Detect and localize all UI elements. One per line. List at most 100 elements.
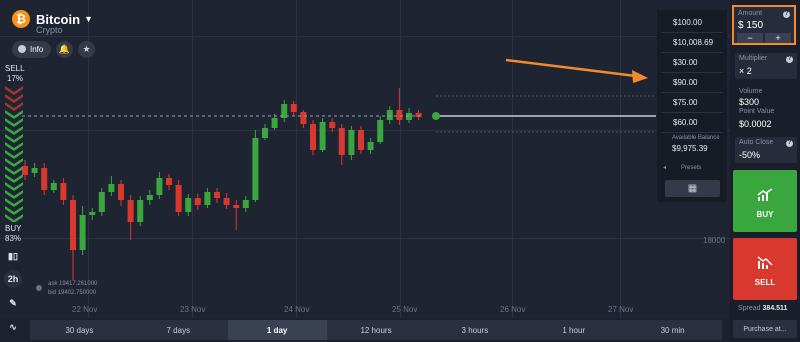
buy-button[interactable]: BUY: [733, 170, 797, 232]
preset-amount[interactable]: $100.00: [673, 18, 702, 27]
ask-price: ask 19417.261000: [48, 281, 98, 287]
candle-body: [50, 183, 57, 190]
candle-body: [252, 138, 259, 200]
bell-icon[interactable]: 🔔: [56, 41, 73, 58]
presets-toggle[interactable]: ◂ Presets: [663, 164, 701, 171]
star-icon[interactable]: ★: [78, 41, 95, 58]
multiplier-field[interactable]: Multiplier ? × 2: [735, 53, 797, 79]
help-icon[interactable]: ?: [783, 11, 790, 18]
chart-area[interactable]: 18000 22 Nov 23 Nov 24 Nov 25 Nov 26 Nov…: [0, 0, 730, 318]
candle-body: [233, 205, 240, 208]
timeframe-option[interactable]: 12 hours: [327, 320, 426, 340]
preset-amount[interactable]: $90.00: [673, 78, 697, 87]
candle-body: [31, 168, 38, 173]
candle-body: [41, 168, 48, 190]
trend-up-icon: [757, 188, 773, 201]
buy-label: BUY: [756, 210, 774, 219]
candle-body: [108, 184, 115, 192]
candle-body: [348, 130, 355, 155]
candle-body: [377, 120, 384, 142]
candle-body: [98, 192, 105, 212]
buy-sentiment-label: BUY: [5, 224, 22, 233]
amount-label: Amount: [738, 10, 763, 17]
preset-amount[interactable]: $60.00: [673, 118, 697, 127]
help-icon[interactable]: [36, 285, 42, 291]
sell-sentiment-pct: 17%: [7, 74, 24, 83]
sentiment-chevron: [5, 190, 23, 199]
candle-body: [185, 198, 192, 212]
candle-body: [166, 178, 172, 185]
sentiment-chevron: [5, 94, 23, 103]
sentiment-chevron: [5, 182, 23, 191]
decrease-button[interactable]: −: [737, 33, 763, 43]
draw-icon[interactable]: ✎: [4, 294, 22, 312]
help-icon[interactable]: ?: [786, 56, 793, 63]
sentiment-bar: [5, 86, 23, 222]
candle-body: [310, 124, 316, 150]
timeframe-button[interactable]: 2h: [4, 270, 22, 288]
candle-body: [194, 198, 201, 205]
x-axis-label: 25 Nov: [392, 305, 418, 314]
candle-body: [79, 215, 86, 250]
sentiment-chevron: [5, 126, 23, 135]
price-axis-label: 18000: [703, 236, 726, 245]
indicators-icon[interactable]: ∿: [4, 318, 22, 336]
purchase-at-button[interactable]: Purchase at...: [733, 320, 797, 338]
timeframe-option[interactable]: 1 hour: [524, 320, 623, 340]
timeframe-option[interactable]: 3 hours: [425, 320, 524, 340]
increase-button[interactable]: +: [765, 33, 791, 43]
presets-label: Presets: [681, 165, 702, 171]
candle-body: [242, 200, 249, 208]
chart-type-icon[interactable]: ▮▯: [4, 247, 22, 265]
point-value-label: Point Value: [739, 108, 775, 115]
sentiment-chevron: [5, 198, 23, 207]
trend-down-icon: [757, 256, 773, 269]
spread-label: Spread: [738, 305, 761, 312]
info-button[interactable]: Info: [12, 41, 52, 58]
amount-stepper: − +: [736, 33, 792, 43]
timeframe-option[interactable]: 30 days: [30, 320, 129, 340]
timeframe-option[interactable]: 7 days: [129, 320, 228, 340]
help-icon[interactable]: ?: [786, 140, 793, 147]
candle-body: [367, 142, 374, 150]
multiplier-value: × 2: [739, 66, 752, 76]
x-axis-label: 23 Nov: [180, 305, 206, 314]
divider: [661, 132, 723, 133]
sell-button[interactable]: SELL: [733, 238, 797, 300]
sentiment-chevron: [5, 206, 23, 215]
auto-close-field[interactable]: Auto Close ? -50%: [735, 137, 797, 163]
divider: [661, 112, 723, 113]
candle-body: [175, 185, 182, 212]
candle-body: [338, 128, 345, 155]
auto-close-label: Auto Close: [739, 139, 774, 146]
sentiment-chevron: [5, 110, 23, 119]
timeframe-option[interactable]: 30 min: [623, 320, 722, 340]
sell-label: SELL: [754, 278, 776, 287]
candle-body: [70, 200, 76, 250]
calculator-icon[interactable]: ▦: [665, 180, 720, 197]
x-axis-label: 22 Nov: [72, 305, 98, 314]
candle-body: [118, 184, 124, 200]
candle-body: [329, 122, 336, 128]
amount-presets-panel: $100.00 $10,008.69 $30.00 $90.00 $75.00 …: [657, 10, 727, 202]
candle-body: [223, 198, 230, 205]
x-axis-label: 24 Nov: [284, 305, 310, 314]
candle-body: [358, 130, 364, 150]
timeframe-bar: 30 days 7 days 1 day 12 hours 3 hours 1 …: [30, 320, 722, 340]
sell-sentiment-label: SELL: [5, 64, 25, 73]
preset-amount[interactable]: $30.00: [673, 58, 697, 67]
sentiment-chevron: [5, 174, 23, 183]
sentiment-chevron: [5, 142, 23, 151]
amount-input[interactable]: $ 150: [738, 20, 763, 31]
candle-body: [290, 104, 297, 112]
preset-amount[interactable]: $10,008.69: [673, 38, 713, 47]
available-balance-value: $9,975.39: [672, 144, 708, 153]
amount-field[interactable]: Amount ? $ 150 − +: [732, 5, 796, 45]
candle-body: [319, 122, 326, 150]
volume-label: Volume: [739, 88, 763, 95]
preset-amount[interactable]: $75.00: [673, 98, 697, 107]
timeframe-option-active[interactable]: 1 day: [227, 320, 327, 340]
multiplier-label: Multiplier: [739, 55, 768, 62]
available-balance-label: Available Balance: [672, 135, 720, 141]
candle-body: [127, 200, 134, 222]
